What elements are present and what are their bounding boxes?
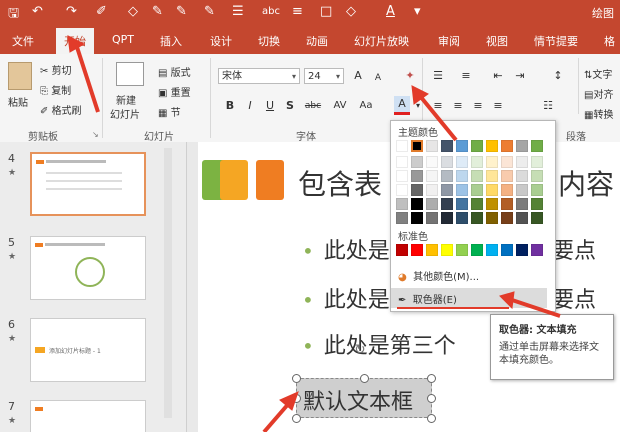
annotation-arrows	[67, 35, 561, 432]
arrow-head	[279, 391, 299, 411]
arrow-head	[499, 291, 515, 310]
arrow-to-eyedropper	[511, 298, 561, 318]
arrow-to-font-color	[418, 94, 458, 142]
eyedropper-underline	[397, 307, 509, 309]
arrow-to-textbox	[262, 400, 292, 432]
arrow-to-home-tab	[74, 43, 100, 113]
